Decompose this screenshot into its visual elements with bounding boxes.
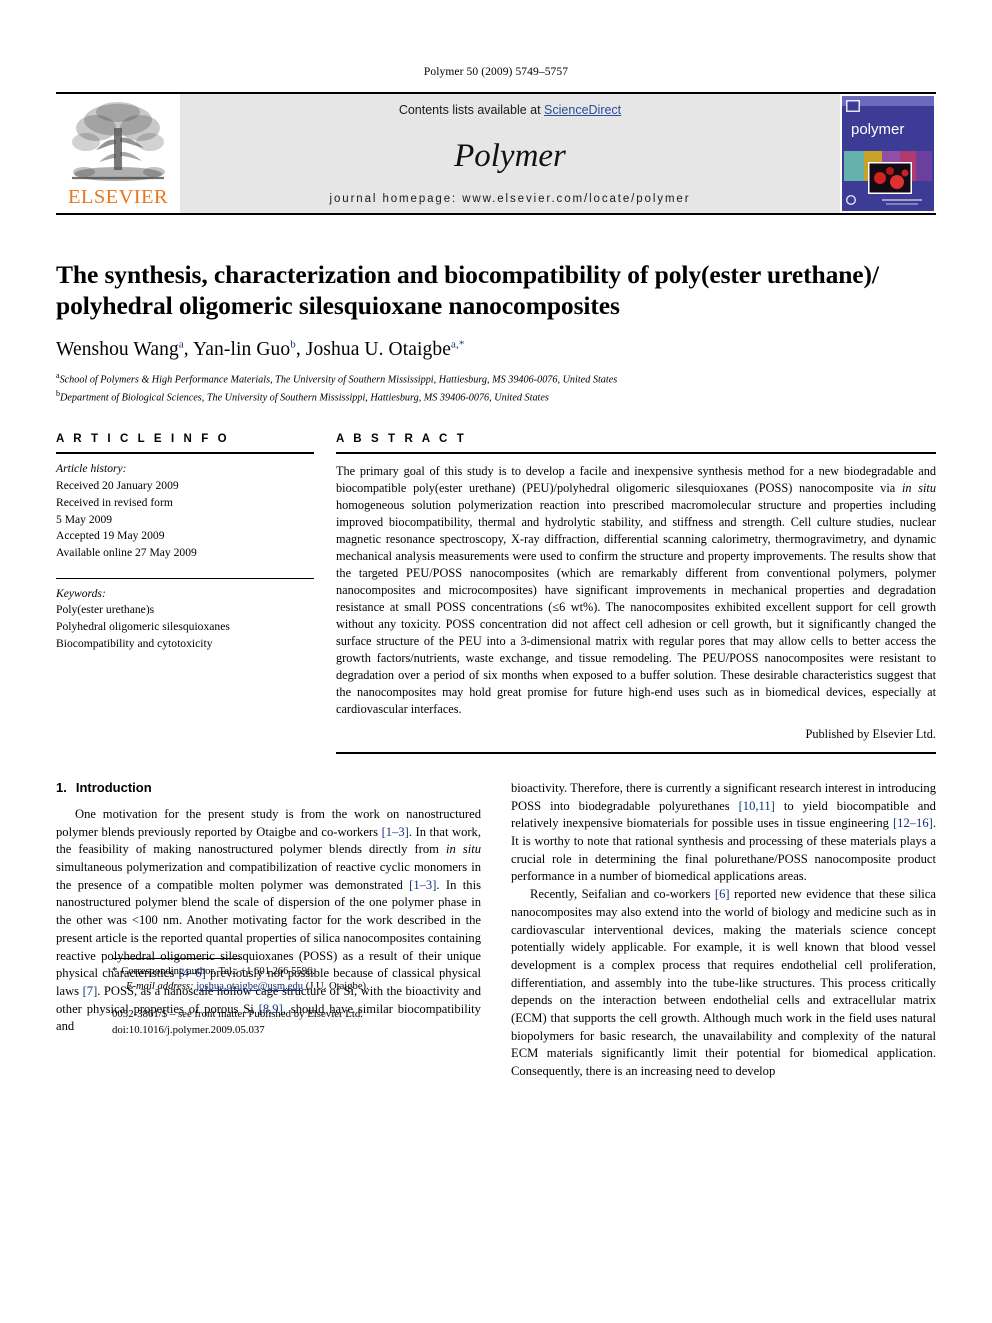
author-entry: Joshua U. Otaigbea,* [305, 338, 465, 360]
history-line: Received in revised form [56, 495, 173, 509]
author-name: Wenshou Wang [56, 338, 179, 360]
text-run: Recently, Seifalian and co-workers [530, 887, 715, 902]
author-affiliation-mark[interactable]: a,* [451, 338, 464, 350]
history-line: Accepted 19 May 2009 [56, 529, 165, 543]
abstract-heading: A B S T R A C T [336, 433, 467, 446]
elsevier-tree-icon [66, 98, 170, 188]
author-entry: Yan-lin Guob [193, 338, 296, 360]
journal-homepage-line[interactable]: journal homepage: www.elsevier.com/locat… [330, 193, 691, 205]
banner-center: Contents lists available at ScienceDirec… [180, 94, 840, 213]
corresponding-author-text: Corresponding author. Tel.: +1 601 266 5… [121, 965, 315, 977]
article-history-label: Article history: [56, 462, 127, 476]
author-list: Wenshou Wanga, Yan-lin Guob, Joshua U. O… [56, 338, 465, 360]
author-entry: Wenshou Wanga [56, 338, 184, 360]
author-name: Yan-lin Guo [193, 338, 291, 360]
journal-cover-thumbnail: polymer [840, 94, 936, 213]
journal-title: Polymer [454, 137, 566, 174]
section-title: Introduction [75, 780, 152, 795]
intro-paragraph-right-2: Recently, Seifalian and co-workers [6] r… [511, 886, 936, 1081]
citation-link[interactable]: [1–3] [409, 878, 436, 892]
sciencedirect-link[interactable]: ScienceDirect [544, 103, 621, 117]
affiliation-text: School of Polymers & High Performance Ma… [59, 374, 618, 386]
author-name: Joshua U. Otaigbe [305, 338, 451, 360]
email-line: E-mail address: joshua.otaigbe@usm.edu (… [112, 979, 544, 994]
contents-prefix: Contents lists available at [398, 103, 545, 117]
section-heading-introduction: 1. Introduction [56, 780, 481, 795]
citation-link[interactable]: [7] [83, 984, 98, 998]
footnote-star: * [112, 965, 118, 977]
abstract-part-2: homogeneous solution polymerization reac… [336, 498, 936, 717]
affiliation-item: aSchool of Polymers & High Performance M… [56, 370, 936, 388]
right-column: bioactivity. Therefore, there is current… [511, 780, 936, 1081]
abstract-part-1: The primary goal of this study is to dev… [336, 464, 936, 496]
article-page: Polymer 50 (2009) 5749–5757 ELSEVIER Con… [0, 0, 992, 1323]
history-line: Received 20 January 2009 [56, 479, 179, 493]
elsevier-wordmark: ELSEVIER [68, 186, 168, 208]
title-block: The synthesis, characterization and bioc… [56, 215, 936, 405]
corresponding-author-footnote: * Corresponding author. Tel.: +1 601 266 … [112, 964, 544, 995]
citation-link[interactable]: [10,11] [739, 799, 775, 813]
email-link[interactable]: joshua.otaigbe@usm.edu [196, 981, 303, 992]
journal-cover-image: polymer [842, 96, 934, 211]
keywords-block: Keywords: Poly(ester urethane)s Polyhedr… [56, 577, 314, 653]
svg-text:polymer: polymer [851, 121, 904, 138]
abstract-column: A B S T R A C T The primary goal of this… [336, 433, 936, 754]
in-situ-italic: in situ [445, 842, 481, 857]
intro-paragraph-right-1: bioactivity. Therefore, there is current… [511, 780, 936, 886]
running-head: Polymer 50 (2009) 5749–5757 [423, 66, 569, 78]
history-line: 5 May 2009 [56, 512, 113, 526]
citation-link[interactable]: [1–3] [382, 825, 409, 839]
affiliation-text: Department of Biological Sciences, The U… [60, 391, 549, 403]
abstract-insitu: in situ [901, 481, 936, 496]
article-info-heading: A R T I C L E I N F O [56, 433, 230, 446]
article-history-block: Article history: Received 20 January 200… [56, 454, 314, 561]
citation-link[interactable]: [6] [715, 887, 730, 901]
article-info-column: A R T I C L E I N F O Article history: R… [56, 433, 314, 754]
contents-available-line: Contents lists available at ScienceDirec… [399, 103, 621, 117]
keyword-item: Biocompatibility and cytotoxicity [56, 636, 213, 650]
citation-link[interactable]: [12–16] [893, 816, 933, 830]
keywords-label: Keywords: [56, 586, 106, 600]
footnote-and-imprint: * Corresponding author. Tel.: +1 601 266 … [112, 957, 544, 1039]
published-by-line: Published by Elsevier Ltd. [805, 727, 936, 741]
affiliation-list: aSchool of Polymers & High Performance M… [56, 370, 936, 406]
author-affiliation-mark[interactable]: b [290, 338, 296, 350]
elsevier-logo: ELSEVIER [56, 94, 180, 213]
abstract-text: The primary goal of this study is to dev… [336, 454, 936, 718]
footnote-divider [112, 957, 240, 959]
body-columns: 1. Introduction One motivation for the pr… [56, 780, 936, 1081]
issn-line: 0032-3861/$ – see front matter Published… [112, 1008, 363, 1021]
divider [336, 752, 936, 754]
section-number: 1. [56, 780, 67, 795]
author-affiliation-mark[interactable]: a [179, 338, 184, 350]
journal-banner: ELSEVIER Contents lists available at Sci… [56, 92, 936, 215]
page-title: The synthesis, characterization and bioc… [56, 260, 879, 321]
email-owner: (J.U. Otaigbe). [305, 980, 369, 992]
keyword-item: Poly(ester urethane)s [56, 603, 155, 617]
keyword-item: Polyhedral oligomeric silesquioxanes [56, 619, 230, 633]
left-column: 1. Introduction One motivation for the pr… [56, 780, 481, 1081]
doi-line[interactable]: doi:10.1016/j.polymer.2009.05.037 [112, 1023, 544, 1039]
history-line: Available online 27 May 2009 [56, 545, 197, 559]
affiliation-item: bDepartment of Biological Sciences, The … [56, 388, 936, 406]
text-run: reported new evidence that these silica … [511, 887, 936, 1078]
info-abstract-section: A R T I C L E I N F O Article history: R… [56, 433, 936, 754]
email-label: E-mail address: [126, 980, 194, 992]
imprint-block: 0032-3861/$ – see front matter Published… [112, 1007, 544, 1038]
